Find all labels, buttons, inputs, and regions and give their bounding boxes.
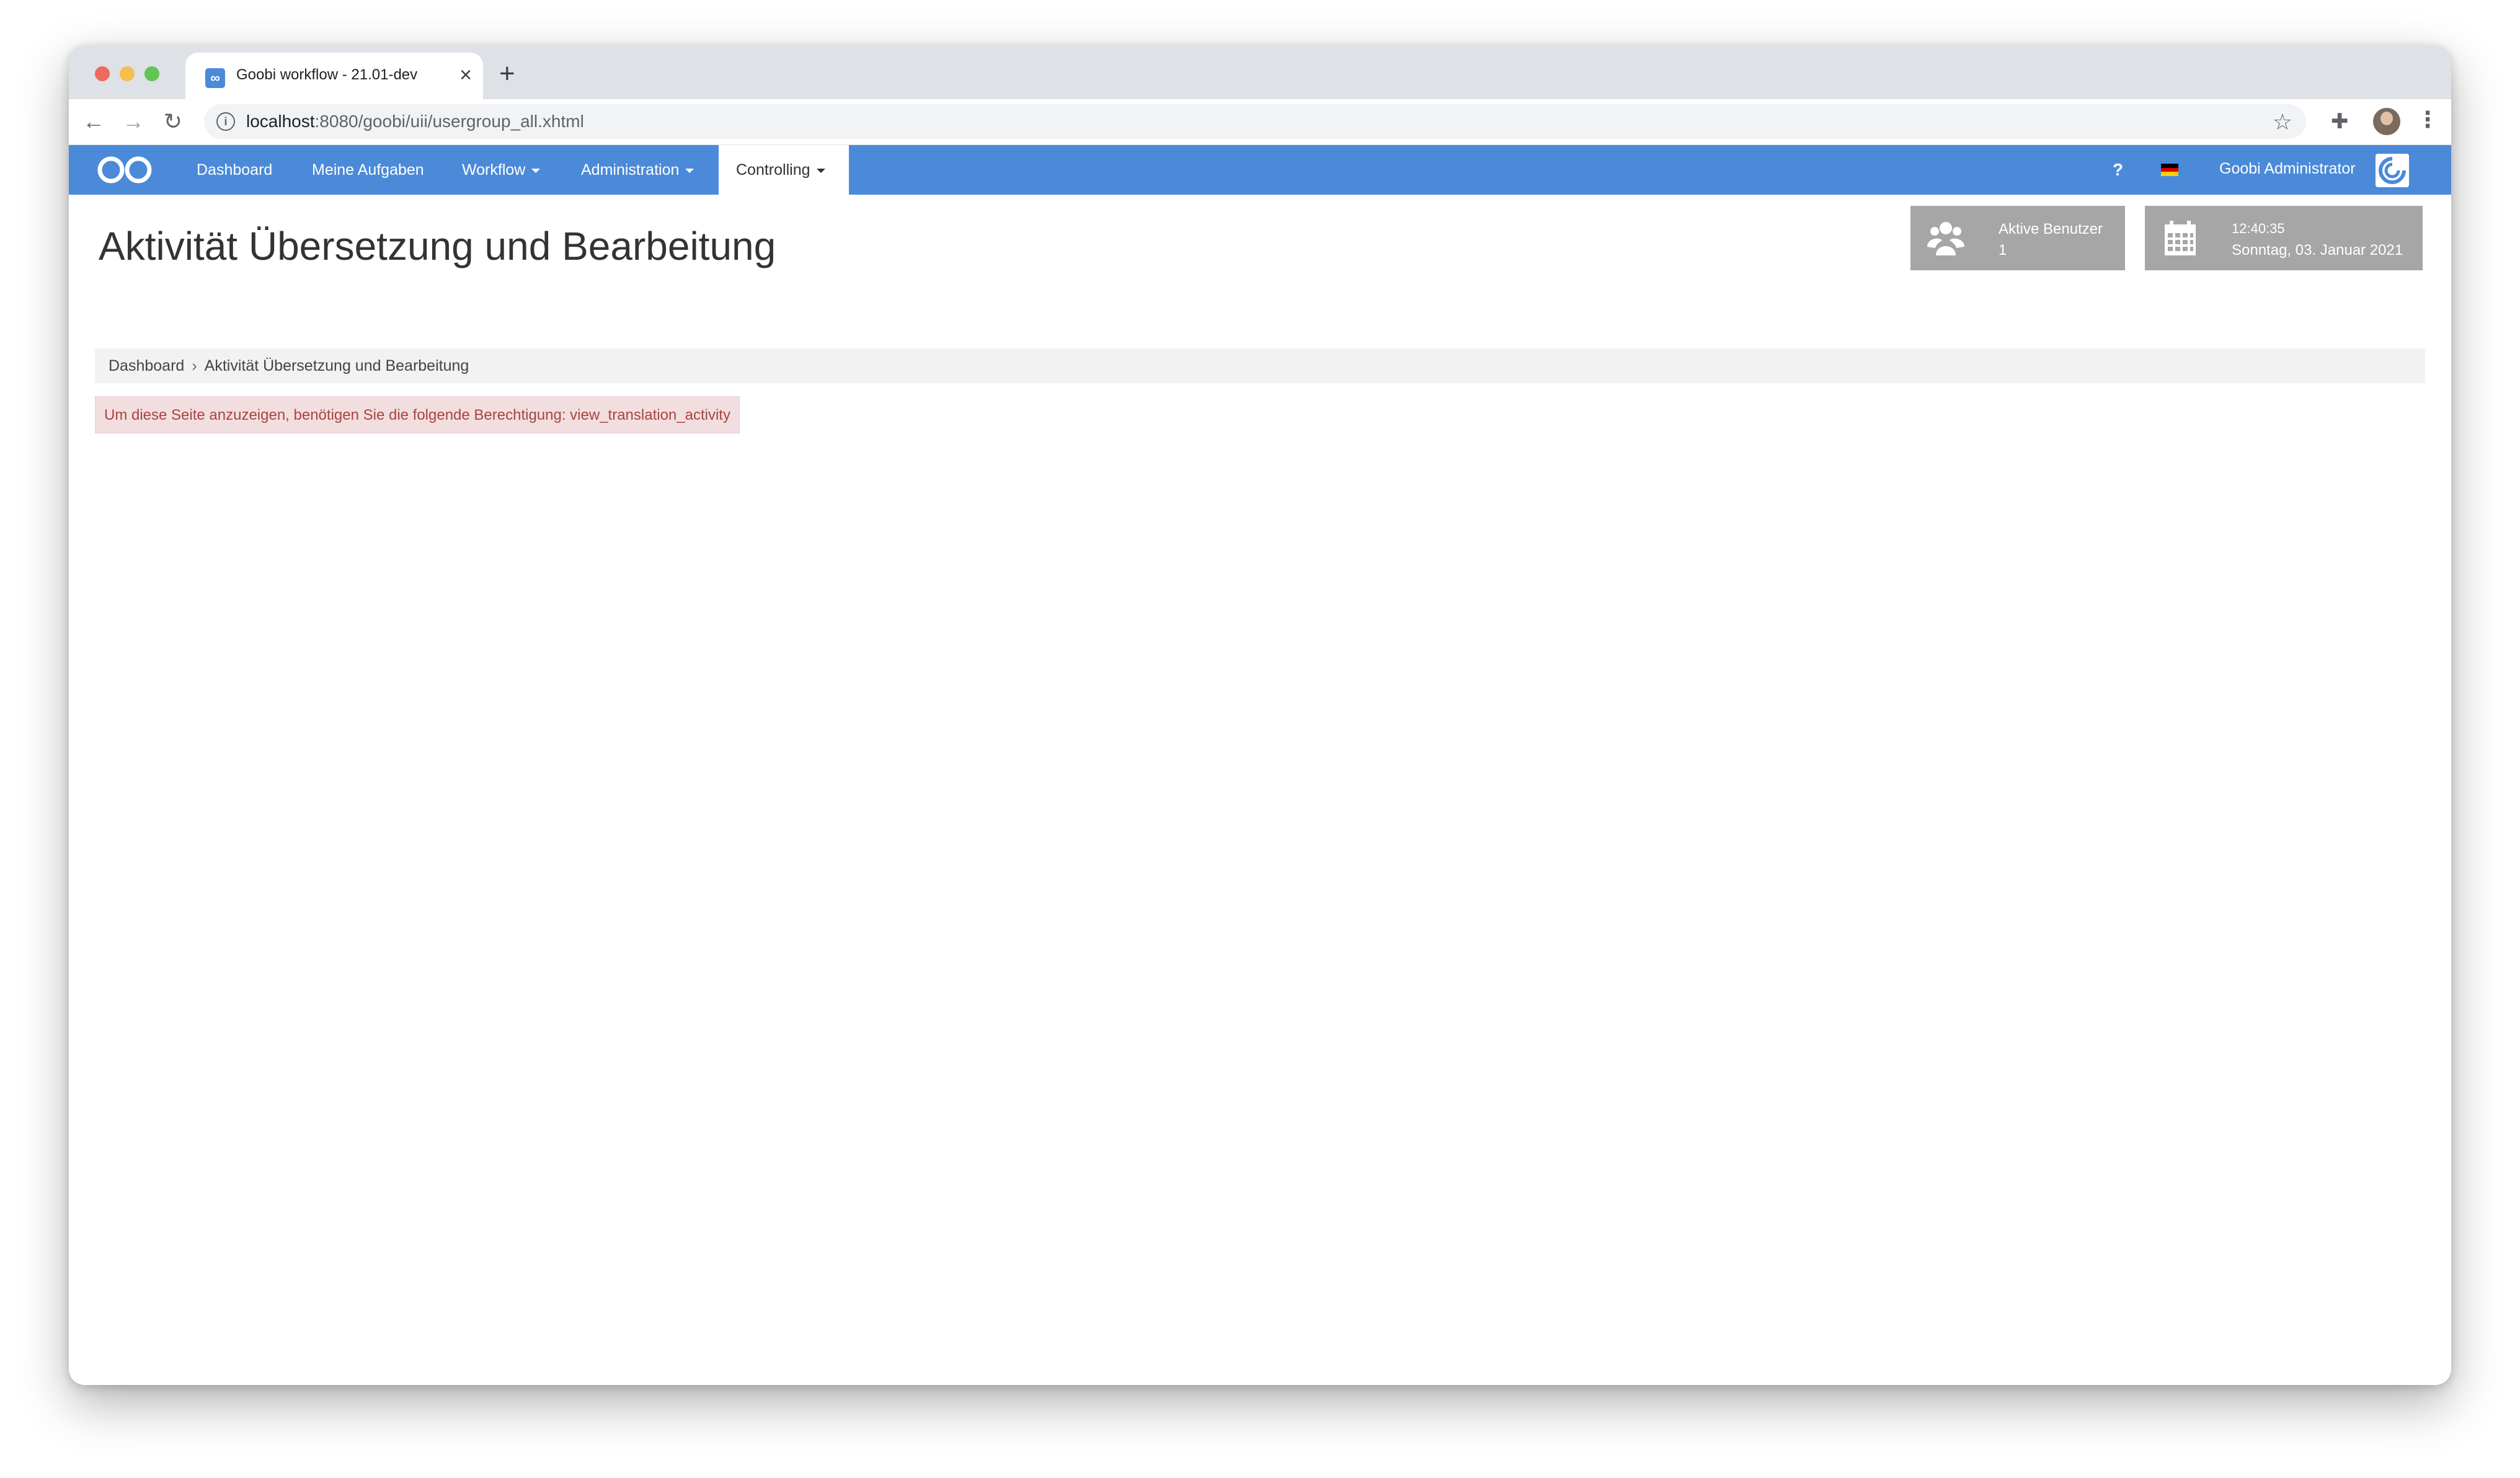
chevron-down-icon: [531, 168, 541, 173]
breadcrumb-current: Aktivität Übersetzung und Bearbeitung: [204, 357, 469, 374]
nav-meine-aufgaben[interactable]: Meine Aufgaben: [295, 145, 441, 195]
page-title: Aktivität Übersetzung und Bearbeitung: [99, 224, 776, 268]
info-icon[interactable]: i: [216, 112, 235, 131]
puzzle-icon[interactable]: ✚: [2331, 109, 2349, 134]
chevron-down-icon: [685, 168, 694, 173]
url-text[interactable]: localhost:8080/goobi/uii/usergroup_all.x…: [246, 112, 584, 131]
minimize-window-button[interactable]: [120, 66, 135, 81]
browser-toolbar: ← → ↻ i localhost:8080/goobi/uii/usergro…: [69, 99, 2451, 145]
user-avatar-icon[interactable]: [2376, 154, 2409, 187]
browser-window: ∞ Goobi workflow - 21.01-dev × + ← → ↻ i…: [69, 45, 2451, 1385]
close-window-button[interactable]: [95, 66, 110, 81]
tab-strip: ∞ Goobi workflow - 21.01-dev × +: [69, 45, 2451, 99]
chevron-down-icon: [816, 168, 825, 173]
nav-administration-label: Administration: [581, 161, 680, 179]
web-page: Dashboard Meine Aufgaben Workflow Admini…: [69, 145, 2451, 1385]
tab-title: Goobi workflow - 21.01-dev: [236, 66, 418, 83]
address-bar[interactable]: i localhost:8080/goobi/uii/usergroup_all…: [204, 104, 2306, 139]
url-path: :8080/goobi/uii/usergroup_all.xhtml: [314, 112, 584, 131]
active-users-label: Aktive Benutzer: [1999, 221, 2103, 237]
maximize-window-button[interactable]: [144, 66, 159, 81]
goobi-favicon-icon: ∞: [205, 68, 225, 88]
active-users-widget: Aktive Benutzer 1: [1910, 206, 2125, 270]
breadcrumb-dashboard-link[interactable]: Dashboard: [109, 357, 184, 374]
tab-close-icon[interactable]: ×: [459, 64, 472, 86]
goobi-logo-icon[interactable]: [95, 155, 154, 185]
help-icon[interactable]: ?: [2113, 145, 2123, 195]
browser-tab[interactable]: ∞ Goobi workflow - 21.01-dev ×: [185, 53, 483, 99]
permission-alert: Um diese Seite anzuzeigen, benötigen Sie…: [95, 396, 740, 433]
url-host: localhost: [246, 112, 315, 131]
clock-date: Sonntag, 03. Januar 2021: [2232, 242, 2403, 259]
nav-controlling-label: Controlling: [736, 161, 810, 179]
user-menu[interactable]: Goobi Administrator: [2219, 145, 2356, 195]
nav-controlling[interactable]: Controlling: [719, 145, 849, 195]
top-navbar: Dashboard Meine Aufgaben Workflow Admini…: [69, 145, 2451, 195]
breadcrumb-separator-icon: ›: [192, 357, 197, 374]
nav-workflow-label: Workflow: [462, 161, 526, 179]
forward-arrow-icon[interactable]: →: [117, 105, 149, 138]
kebab-menu-icon[interactable]: ⋮: [2416, 107, 2439, 133]
active-users-count: 1: [1999, 242, 2007, 259]
users-icon: [1927, 222, 1964, 255]
bookmark-star-icon[interactable]: ☆: [2273, 109, 2292, 135]
reload-icon[interactable]: ↻: [157, 105, 189, 138]
nav-dashboard[interactable]: Dashboard: [179, 145, 290, 195]
new-tab-icon[interactable]: +: [499, 60, 515, 87]
nav-workflow[interactable]: Workflow: [445, 145, 557, 195]
back-arrow-icon[interactable]: ←: [78, 105, 110, 138]
clock-widget: 12:40:35 Sonntag, 03. Januar 2021: [2145, 206, 2423, 270]
nav-meine-aufgaben-label: Meine Aufgaben: [312, 161, 424, 179]
german-flag-icon[interactable]: [2161, 164, 2178, 177]
nav-administration[interactable]: Administration: [564, 145, 711, 195]
profile-avatar[interactable]: [2373, 108, 2400, 135]
clock-time: 12:40:35: [2232, 221, 2285, 236]
breadcrumb: Dashboard › Aktivität Übersetzung und Bear…: [95, 348, 2425, 383]
calendar-icon: [2165, 221, 2196, 255]
nav-dashboard-label: Dashboard: [197, 161, 273, 179]
